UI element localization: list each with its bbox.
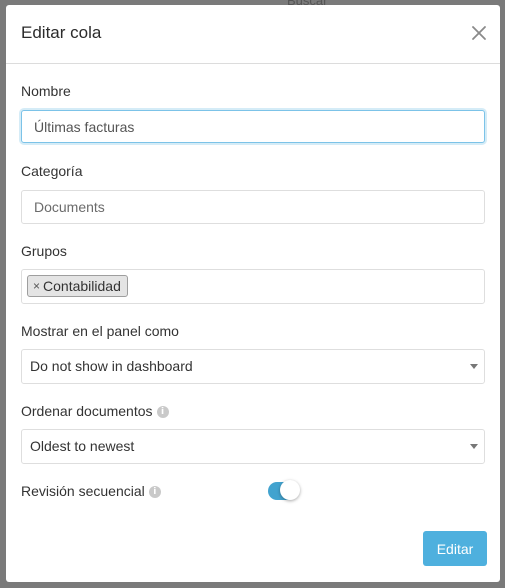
groups-label: Grupos [21,243,67,259]
sequential-review-label: Revisión secuencial i [21,483,161,499]
group-tag: × Contabilidad [27,275,128,297]
info-icon: i [156,406,169,419]
group-tag-label: Contabilidad [43,278,121,294]
dashboard-label: Mostrar en el panel como [21,323,179,339]
name-input[interactable] [21,110,485,143]
order-label-text: Ordenar documentos [21,403,153,419]
dashboard-select[interactable]: Do not show in dashboard [21,349,485,384]
groups-tags-input[interactable]: × Contabilidad [21,269,485,304]
toggle-knob [280,480,300,500]
sequential-review-label-text: Revisión secuencial [21,483,145,499]
category-input[interactable] [21,190,485,224]
tag-remove-icon[interactable]: × [33,276,40,296]
chevron-down-icon [470,364,478,369]
modal-title: Editar cola [21,23,102,42]
order-label: Ordenar documentos i [21,403,169,419]
sequential-review-toggle[interactable] [268,480,300,502]
category-label: Categoría [21,163,83,179]
info-icon: i [148,486,161,499]
edit-button[interactable]: Editar [423,531,487,566]
name-label: Nombre [21,83,71,99]
chevron-down-icon [470,444,478,449]
edit-queue-modal: Editar cola Nombre Categoría Grupos × Co… [6,5,500,582]
order-select-value: Oldest to newest [30,438,135,454]
close-icon[interactable] [470,24,488,42]
dashboard-select-value: Do not show in dashboard [30,358,193,374]
modal-header: Editar cola [6,5,500,64]
order-select[interactable]: Oldest to newest [21,429,485,464]
